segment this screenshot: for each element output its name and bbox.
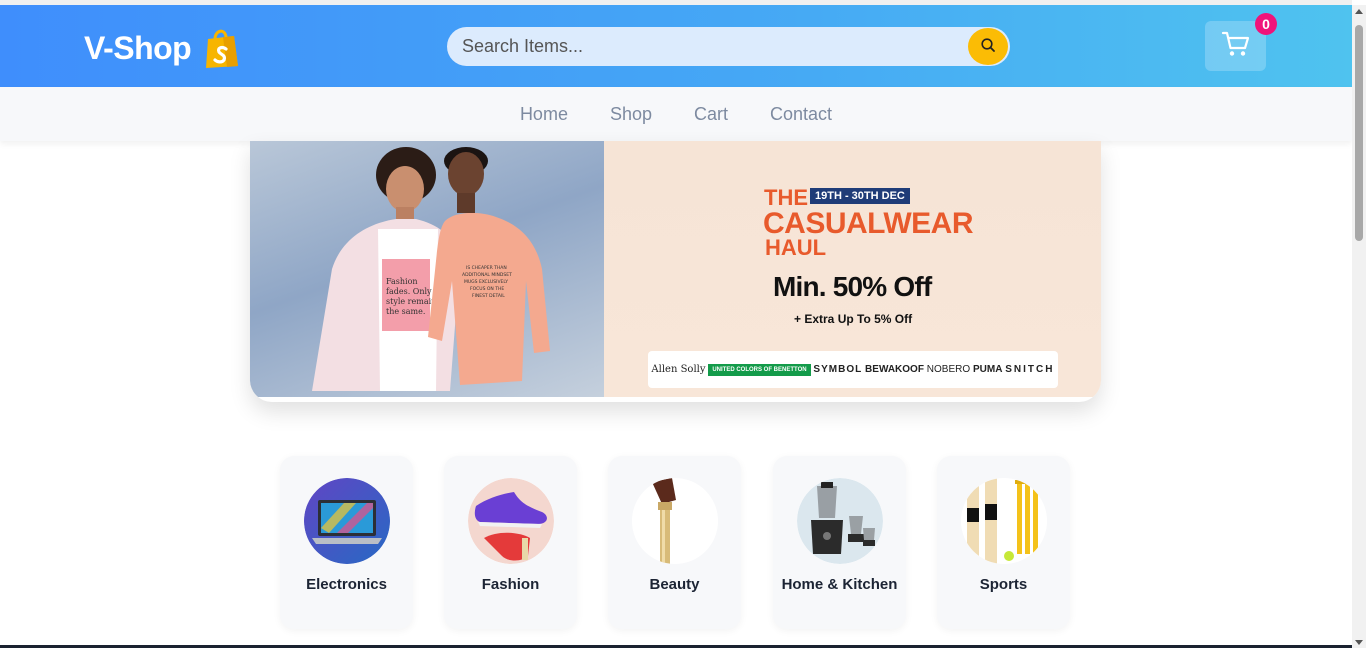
- shopify-bag-icon: [203, 27, 241, 69]
- laptop-icon: [304, 478, 390, 564]
- category-label-sports: Sports: [979, 576, 1028, 593]
- category-label-electronics: Electronics: [306, 576, 387, 593]
- svg-text:fades. Only: fades. Only: [386, 287, 432, 296]
- nav-link-cart[interactable]: Cart: [694, 104, 728, 125]
- category-card-sports[interactable]: Sports: [937, 456, 1070, 629]
- brand-bewakoof: BEWAKOOF: [865, 364, 924, 375]
- svg-text:FOCUS ON THE: FOCUS ON THE: [470, 286, 504, 292]
- brand-name[interactable]: V-Shop: [84, 30, 192, 67]
- search-button[interactable]: [968, 28, 1008, 65]
- main-nav: Home Shop Cart Contact: [0, 87, 1352, 141]
- brand-nobero: NOBERO: [926, 364, 971, 375]
- page-scrollbar[interactable]: [1352, 5, 1366, 648]
- page: V-Shop Search Items... 0 Home Shop Cart …: [0, 0, 1366, 648]
- brand-logo[interactable]: V-Shop: [84, 27, 241, 69]
- brand-puma: PUMA: [972, 364, 1003, 375]
- category-label-fashion: Fashion: [481, 576, 540, 593]
- brand-benetton: UNITED COLORS OF BENETTON: [708, 363, 811, 376]
- brand-symbol: SYMBOL: [813, 364, 863, 375]
- svg-text:the same.: the same.: [386, 307, 425, 316]
- promo-subtitle: HAUL: [765, 235, 827, 260]
- cricket-bat-icon: [961, 478, 1047, 564]
- cart-icon: [1221, 30, 1251, 63]
- category-card-beauty[interactable]: Beauty: [608, 456, 741, 629]
- partner-brands-strip: Allen Solly UNITED COLORS OF BENETTON SY…: [648, 351, 1058, 388]
- scroll-up-arrow-icon[interactable]: [1355, 9, 1363, 14]
- promo-dates: 19TH - 30TH DEC: [810, 188, 910, 204]
- search-icon: [980, 37, 996, 56]
- nav-link-contact[interactable]: Contact: [770, 104, 832, 125]
- category-card-electronics[interactable]: Electronics: [280, 456, 413, 629]
- nav-link-shop[interactable]: Shop: [610, 104, 652, 125]
- cart-button[interactable]: 0: [1205, 13, 1277, 71]
- shoe-icon: [468, 478, 554, 564]
- category-card-fashion[interactable]: Fashion: [444, 456, 577, 629]
- svg-text:FINEST DETAIL: FINEST DETAIL: [472, 293, 505, 299]
- banner-promo-panel: THE 19TH - 30TH DEC CASUALWEAR HAUL Min.…: [604, 141, 1101, 397]
- search-bar: [447, 27, 1010, 66]
- scroll-down-arrow-icon[interactable]: [1355, 640, 1363, 645]
- promo-discount: Min. 50% Off: [773, 271, 932, 302]
- brand-allen-solly: Allen Solly: [651, 364, 706, 375]
- search-input[interactable]: [447, 27, 968, 66]
- svg-text:MUGS EXCLUSIVELY: MUGS EXCLUSIVELY: [464, 279, 508, 285]
- shirt-slogan-text: Fashion: [386, 277, 418, 286]
- svg-text:ADDITIONAL MINDSET: ADDITIONAL MINDSET: [462, 272, 512, 278]
- lipstick-icon: [632, 478, 718, 564]
- brand-snitch: SNITCH: [1005, 364, 1055, 375]
- nav-link-home[interactable]: Home: [520, 104, 568, 125]
- site-header: V-Shop Search Items... 0: [0, 5, 1352, 87]
- promo-banner[interactable]: Fashion fades. Only style remains the sa…: [250, 141, 1101, 402]
- category-card-home-kitchen[interactable]: Home & Kitchen: [773, 456, 906, 629]
- mixer-grinder-icon: [797, 478, 883, 564]
- promo-extra-offer: + Extra Up To 5% Off: [794, 312, 913, 326]
- banner-models-image: Fashion fades. Only style remains the sa…: [250, 141, 604, 397]
- category-label-beauty: Beauty: [649, 576, 700, 593]
- svg-text:IS CHEAPER THAN: IS CHEAPER THAN: [466, 265, 507, 271]
- scrollbar-thumb[interactable]: [1355, 25, 1363, 241]
- cart-count-badge: 0: [1255, 13, 1277, 35]
- category-label-home-kitchen: Home & Kitchen: [781, 576, 898, 593]
